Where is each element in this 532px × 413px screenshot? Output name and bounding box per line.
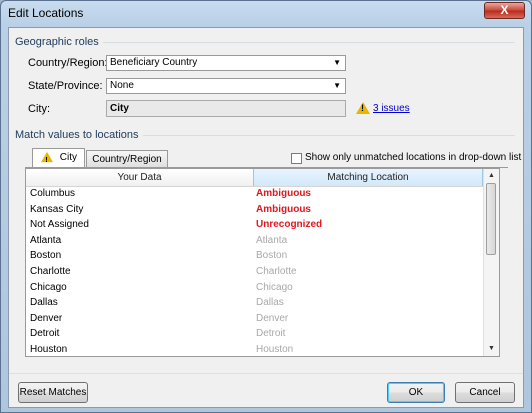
match-values-heading: Match values to locations — [15, 129, 143, 141]
state-label: State/Province: — [28, 80, 103, 92]
city-label: City: — [28, 103, 50, 115]
your-data-cell: Dallas — [30, 297, 58, 309]
your-data-cell: Detroit — [30, 328, 60, 340]
table-header: Your Data Matching Location — [26, 169, 483, 187]
reset-matches-button[interactable]: Reset Matches — [18, 382, 88, 403]
table-row[interactable]: Not Assigned Unrecognized — [26, 218, 483, 234]
matching-location-cell[interactable]: Detroit — [256, 328, 285, 339]
locations-table: Your Data Matching Location Columbus Ambi… — [25, 168, 500, 357]
your-data-cell: Houston — [30, 344, 68, 355]
matching-location-cell[interactable]: Denver — [256, 313, 288, 324]
matching-location-cell[interactable]: Ambiguous — [256, 204, 311, 215]
matching-location-cell[interactable]: Unrecognized — [256, 219, 322, 230]
chevron-down-icon: ▼ — [333, 81, 341, 90]
warning-icon — [356, 102, 370, 114]
vertical-scrollbar[interactable]: ▲ ▼ — [483, 169, 499, 356]
matching-location-cell[interactable]: Atlanta — [256, 235, 287, 246]
scroll-thumb[interactable] — [486, 183, 496, 255]
matching-location-cell[interactable]: Houston — [256, 344, 293, 355]
table-row[interactable]: Dallas Dallas — [26, 296, 483, 312]
column-matching-location[interactable]: Matching Location — [253, 169, 483, 186]
scroll-down-icon[interactable]: ▼ — [484, 342, 499, 356]
show-unmatched-checkbox[interactable] — [291, 153, 302, 164]
matching-location-cell[interactable]: Boston — [256, 250, 287, 261]
state-combo-value: None — [110, 80, 134, 91]
tab-city-label: City — [59, 152, 77, 163]
country-label: Country/Region: — [28, 57, 108, 69]
country-combo-value: Beneficiary Country — [110, 57, 198, 68]
table-row[interactable]: Columbus Ambiguous — [26, 187, 483, 203]
table-row[interactable]: Chicago Chicago — [26, 281, 483, 297]
matching-location-cell[interactable]: Ambiguous — [256, 188, 311, 199]
your-data-cell: Atlanta — [30, 234, 62, 246]
table-row[interactable]: Atlanta Atlanta — [26, 234, 483, 250]
cancel-button[interactable]: Cancel — [455, 382, 515, 403]
column-your-data[interactable]: Your Data — [26, 169, 253, 186]
your-data-cell: Denver — [30, 312, 63, 324]
table-row[interactable]: Charlotte Charlotte — [26, 265, 483, 281]
matching-location-cell[interactable]: Chicago — [256, 282, 293, 293]
warning-icon — [41, 152, 53, 168]
window-title: Edit Locations — [8, 6, 84, 20]
your-data-cell: Kansas City — [30, 203, 84, 215]
issues-link[interactable]: 3 issues — [373, 103, 410, 114]
your-data-cell: Boston — [30, 250, 62, 262]
your-data-cell: Not Assigned — [30, 219, 89, 231]
city-field: City — [106, 100, 346, 117]
geographic-roles-heading: Geographic roles — [15, 36, 103, 48]
matching-location-cell[interactable]: Dallas — [256, 297, 284, 308]
tab-city[interactable]: City — [32, 148, 85, 168]
matching-location-cell[interactable]: Charlotte — [256, 266, 297, 277]
table-row[interactable]: Houston Houston — [26, 343, 483, 356]
your-data-cell: Columbus — [30, 188, 76, 199]
footer-divider — [9, 373, 523, 374]
group-divider — [131, 135, 515, 136]
group-divider — [77, 42, 515, 43]
table-row[interactable]: Kansas City Ambiguous — [26, 203, 483, 219]
state-combo[interactable]: None ▼ — [106, 78, 346, 94]
tab-country-region[interactable]: Country/Region — [86, 150, 168, 168]
edit-locations-dialog: Edit Locations X Geographic roles Countr… — [0, 0, 532, 413]
your-data-cell: Charlotte — [30, 266, 71, 277]
scroll-up-icon[interactable]: ▲ — [484, 169, 499, 183]
title-bar: Edit Locations X — [1, 1, 531, 25]
table-row[interactable]: Detroit Detroit — [26, 327, 483, 343]
chevron-down-icon: ▼ — [333, 58, 341, 67]
close-button[interactable]: X — [484, 2, 525, 19]
show-unmatched-label: Show only unmatched locations in drop-do… — [305, 152, 522, 163]
table-row[interactable]: Boston Boston — [26, 249, 483, 265]
country-combo[interactable]: Beneficiary Country ▼ — [106, 55, 346, 71]
table-row[interactable]: Denver Denver — [26, 312, 483, 328]
ok-button[interactable]: OK — [387, 382, 445, 403]
your-data-cell: Chicago — [30, 281, 67, 293]
